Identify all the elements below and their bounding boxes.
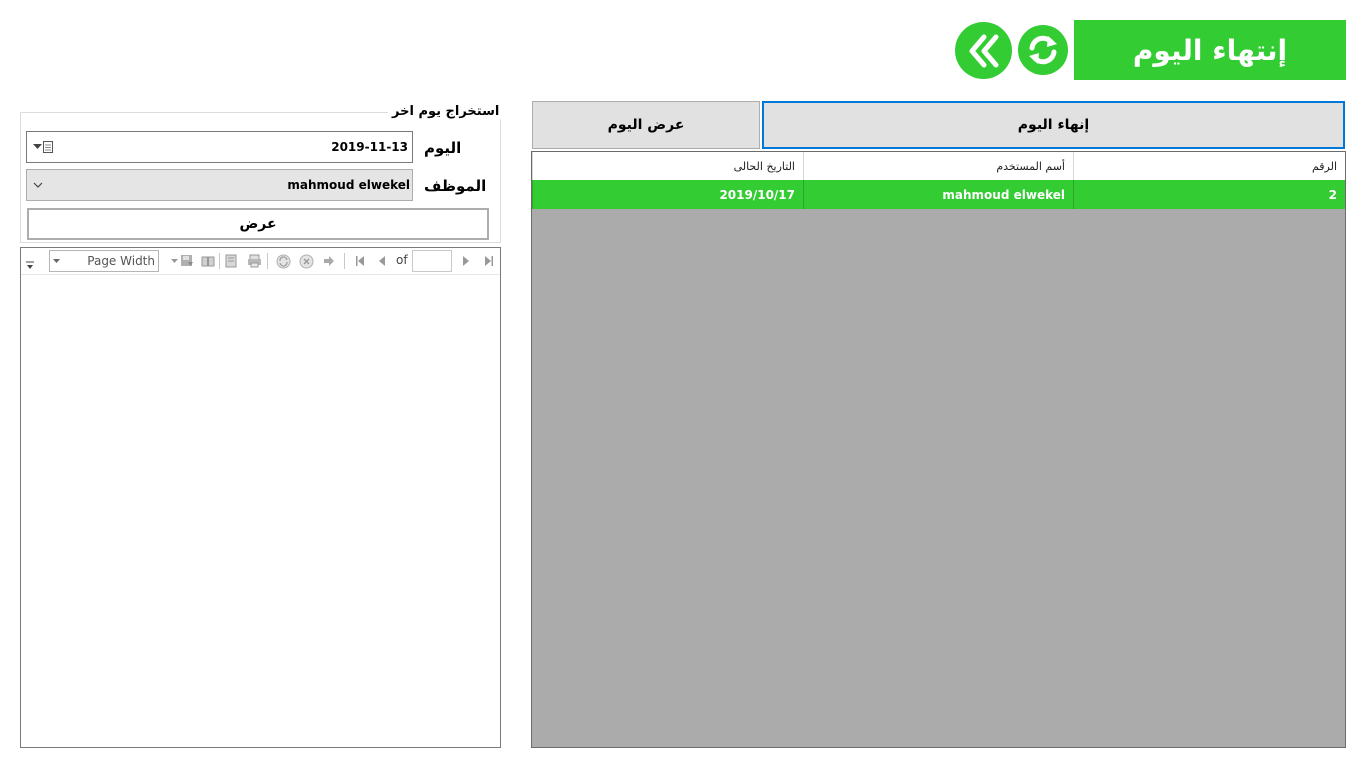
page-title: إنتهاء اليوم bbox=[1132, 33, 1288, 67]
open-book-icon[interactable] bbox=[200, 253, 216, 269]
report-toolbar: Page Width of bbox=[21, 248, 500, 275]
refresh-report-icon[interactable] bbox=[275, 253, 291, 269]
day-date-picker[interactable]: 2019-11-13 bbox=[26, 131, 413, 163]
chevron-down-icon bbox=[53, 258, 60, 263]
show-day-button-label: عرض اليوم bbox=[607, 117, 685, 133]
show-report-button[interactable]: عرض bbox=[27, 208, 489, 240]
cell-current-date[interactable]: 2019/10/17 bbox=[532, 180, 803, 209]
table-row[interactable]: 2 mahmoud elwekel 2019/10/17 bbox=[532, 180, 1345, 209]
employee-value: mahmoud elwekel bbox=[287, 178, 410, 192]
calendar-icon bbox=[43, 141, 53, 153]
previous-page-icon[interactable] bbox=[374, 253, 390, 269]
page-setup-icon[interactable] bbox=[223, 253, 239, 269]
last-page-icon[interactable] bbox=[481, 253, 497, 269]
print-icon[interactable] bbox=[246, 253, 262, 269]
report-viewer[interactable]: Page Width of bbox=[20, 247, 501, 748]
cell-username[interactable]: mahmoud elwekel bbox=[803, 180, 1073, 209]
cell-number[interactable]: 2 bbox=[1073, 180, 1345, 209]
column-header-number[interactable]: الرقم bbox=[1073, 152, 1345, 180]
stop-icon[interactable] bbox=[298, 253, 314, 269]
column-header-username[interactable]: أسم المستخدم bbox=[803, 152, 1073, 180]
refresh-icon bbox=[1029, 35, 1057, 65]
toolbar-separator bbox=[344, 253, 345, 269]
back-button[interactable] bbox=[955, 22, 1012, 79]
employee-combobox[interactable]: mahmoud elwekel bbox=[26, 169, 413, 201]
zoom-value: Page Width bbox=[87, 254, 155, 268]
grid-header: الرقم أسم المستخدم التاريخ الحالى bbox=[532, 152, 1345, 180]
save-icon[interactable] bbox=[179, 253, 195, 269]
show-report-button-label: عرض bbox=[239, 216, 277, 232]
page-title-banner: إنتهاء اليوم bbox=[1074, 20, 1346, 80]
show-day-button[interactable]: عرض اليوم bbox=[532, 101, 760, 149]
calendar-dropdown[interactable] bbox=[33, 141, 53, 153]
chevron-down-icon bbox=[33, 182, 43, 188]
group-title: استخراج يوم اخر bbox=[388, 104, 504, 119]
end-day-button[interactable]: إنهاء اليوم bbox=[762, 101, 1345, 149]
employee-label: الموظف bbox=[424, 177, 487, 195]
chevron-down-icon bbox=[33, 144, 42, 149]
zoom-select[interactable]: Page Width bbox=[49, 250, 159, 272]
end-day-button-label: إنهاء اليوم bbox=[1017, 117, 1090, 133]
days-grid[interactable]: الرقم أسم المستخدم التاريخ الحالى 2 mahm… bbox=[531, 151, 1346, 748]
toolbar-separator bbox=[267, 253, 268, 269]
toolbar-separator bbox=[219, 253, 220, 269]
day-value: 2019-11-13 bbox=[331, 140, 408, 154]
column-header-current-date[interactable]: التاريخ الحالى bbox=[532, 152, 803, 180]
page-number-input[interactable] bbox=[412, 250, 452, 272]
double-chevron-left-icon bbox=[969, 34, 998, 67]
page-of-label: of bbox=[396, 253, 408, 267]
first-page-icon[interactable] bbox=[352, 253, 368, 269]
refresh-button[interactable] bbox=[1018, 25, 1068, 75]
toolbar-overflow-icon[interactable] bbox=[22, 257, 38, 273]
day-label: اليوم bbox=[424, 139, 462, 157]
go-icon[interactable] bbox=[321, 253, 337, 269]
next-page-icon[interactable] bbox=[458, 253, 474, 269]
